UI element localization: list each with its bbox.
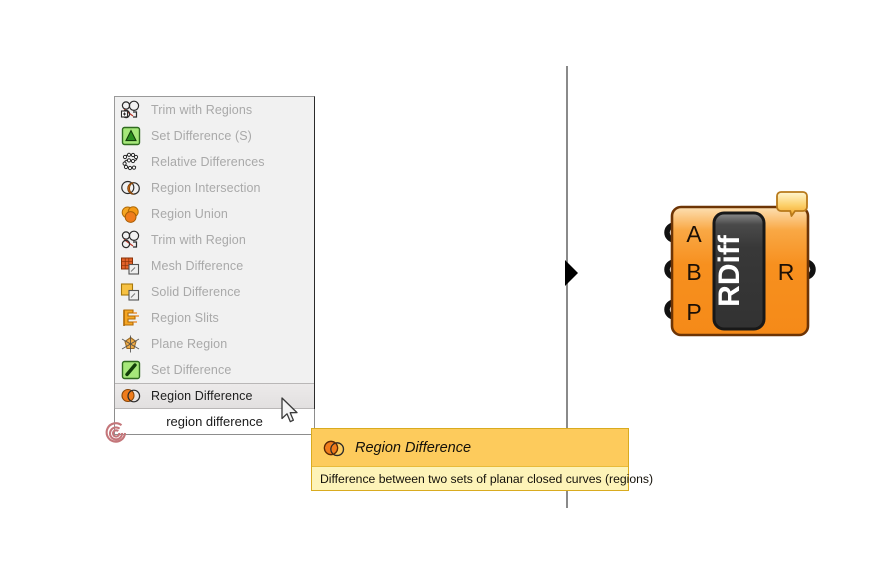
menu-item-region-difference[interactable]: Region Difference <box>115 383 314 409</box>
menu-item-label: Relative Differences <box>151 155 265 169</box>
menu-item-label: Trim with Region <box>151 233 246 247</box>
menu-item-label: Solid Difference <box>151 285 241 299</box>
trim-with-region-icon <box>119 229 143 251</box>
input-label-p: P <box>686 299 701 325</box>
menu-item-label: Mesh Difference <box>151 259 244 273</box>
menu-item-plane-region[interactable]: Plane Region <box>115 331 314 357</box>
component-popup-menu[interactable]: Trim with Regions Set Difference (S) Rel… <box>114 96 315 410</box>
menu-item-label: Region Slits <box>151 311 219 325</box>
menu-item-trim-with-regions[interactable]: Trim with Regions <box>115 97 314 123</box>
solid-difference-icon <box>119 281 143 303</box>
region-union-icon <box>119 203 143 225</box>
set-difference-icon <box>119 359 143 381</box>
menu-item-label: Set Difference (S) <box>151 129 252 143</box>
region-difference-icon <box>119 385 143 407</box>
menu-item-region-union[interactable]: Region Union <box>115 201 314 227</box>
menu-item-label: Trim with Regions <box>151 103 253 117</box>
component-nickname: RDiff <box>713 234 746 307</box>
canvas-guide-marker-triangle <box>565 260 578 286</box>
region-slits-icon <box>119 307 143 329</box>
set-difference-s-icon <box>119 125 143 147</box>
tooltip-body: Difference between two sets of planar cl… <box>312 467 653 490</box>
tooltip-description: Difference between two sets of planar cl… <box>320 471 654 486</box>
menu-item-mesh-difference[interactable]: Mesh Difference <box>115 253 314 279</box>
menu-item-label: Plane Region <box>151 337 228 351</box>
tooltip-title: Region Difference <box>355 439 472 456</box>
menu-item-label: Region Difference <box>151 389 253 403</box>
menu-item-label: Set Difference <box>151 363 232 377</box>
plane-region-icon <box>119 333 143 355</box>
menu-item-trim-with-region[interactable]: Trim with Region <box>115 227 314 253</box>
trim-with-regions-icon <box>119 99 143 121</box>
menu-item-relative-differences[interactable]: Relative Differences <box>115 149 314 175</box>
menu-footer-bar: region difference <box>114 409 315 435</box>
grasshopper-component-rdiff[interactable]: RDiff A B P R <box>660 190 820 345</box>
menu-item-set-difference[interactable]: Set Difference <box>115 357 314 383</box>
input-label-b: B <box>686 259 701 285</box>
spiral-icon <box>104 421 128 445</box>
relative-differences-icon <box>119 151 143 173</box>
menu-footer-label: region difference <box>166 414 263 429</box>
menu-item-label: Region Union <box>151 207 228 221</box>
tooltip-header: Region Difference <box>312 429 628 467</box>
menu-item-region-slits[interactable]: Region Slits <box>115 305 314 331</box>
menu-item-set-difference-s[interactable]: Set Difference (S) <box>115 123 314 149</box>
menu-item-solid-difference[interactable]: Solid Difference <box>115 279 314 305</box>
region-intersection-icon <box>119 177 143 199</box>
menu-item-label: Region Intersection <box>151 181 261 195</box>
region-difference-icon <box>321 437 347 459</box>
mesh-difference-icon <box>119 255 143 277</box>
menu-item-region-intersection[interactable]: Region Intersection <box>115 175 314 201</box>
output-label-r: R <box>778 259 795 285</box>
input-label-a: A <box>686 221 702 247</box>
component-tooltip: Region Difference Difference between two… <box>311 428 653 491</box>
